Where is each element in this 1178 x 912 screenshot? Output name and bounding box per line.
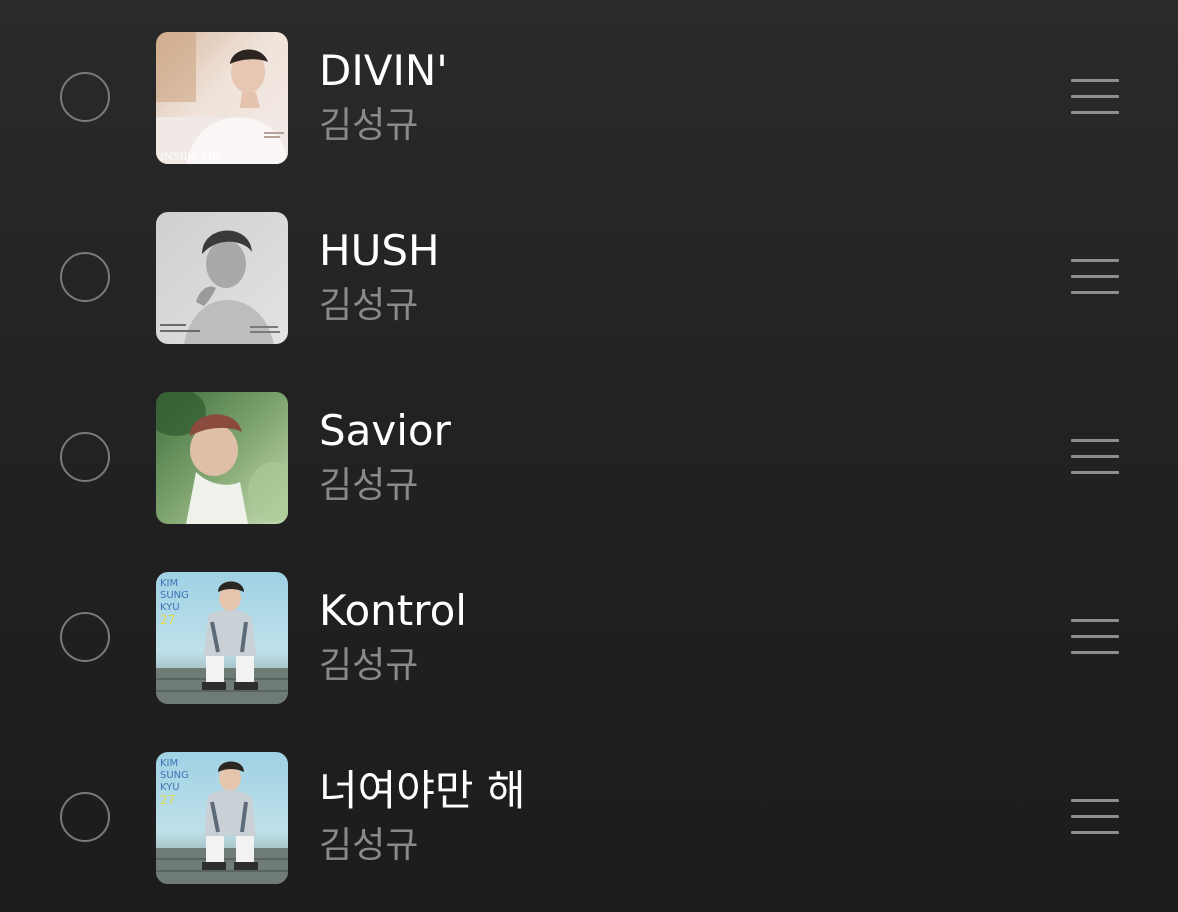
track-row[interactable]: Savior 김성규 (0, 368, 1178, 548)
track-artist: 김성규 (319, 825, 419, 866)
album-27-image: KIM SUNG KYU 27 (156, 752, 288, 884)
album-art-text: KYU (160, 782, 180, 793)
reorder-handle-icon[interactable] (1064, 76, 1126, 118)
track-artist: 김성규 (319, 285, 419, 326)
select-track-checkbox[interactable] (60, 252, 110, 302)
track-row[interactable]: KIM SUNG KYU 27 너여야만 해 김성규 (0, 728, 1178, 908)
track-title: Kontrol (319, 586, 467, 635)
select-track-checkbox[interactable] (60, 72, 110, 122)
album-inside-me-image: INSIDE ME (156, 32, 288, 164)
album-art (156, 392, 288, 524)
album-art-text: SUNG (160, 590, 189, 601)
track-title: DIVIN' (319, 46, 448, 95)
album-27-image: KIM SUNG KYU 27 (156, 572, 288, 704)
album-art-text: SUNG (160, 770, 189, 781)
album-art-text: KYU (160, 602, 180, 613)
album-art-text: 27 (160, 793, 175, 807)
reorder-handle-icon[interactable] (1064, 436, 1126, 478)
album-art-text: INSIDE ME (160, 152, 220, 163)
track-title: HUSH (319, 226, 440, 275)
album-savior-image (156, 392, 288, 524)
track-artist: 김성규 (319, 105, 419, 146)
track-row[interactable]: INSIDE ME DIVIN' 김성규 (0, 8, 1178, 188)
select-track-checkbox[interactable] (60, 612, 110, 662)
track-row[interactable]: HUSH 김성규 (0, 188, 1178, 368)
album-art: INSIDE ME (156, 32, 288, 164)
track-row[interactable]: KIM SUNG KYU 27 Kontrol 김성규 (0, 548, 1178, 728)
reorder-handle-icon[interactable] (1064, 616, 1126, 658)
album-art: KIM SUNG KYU 27 (156, 752, 288, 884)
track-title: 너여야만 해 (319, 766, 526, 815)
album-art: KIM SUNG KYU 27 (156, 572, 288, 704)
reorder-handle-icon[interactable] (1064, 796, 1126, 838)
album-art-text: KIM (160, 578, 178, 589)
track-title: Savior (319, 406, 451, 455)
select-track-checkbox[interactable] (60, 792, 110, 842)
album-art-text: KIM (160, 758, 178, 769)
select-track-checkbox[interactable] (60, 432, 110, 482)
track-artist: 김성규 (319, 645, 419, 686)
album-art (156, 212, 288, 344)
track-artist: 김성규 (319, 465, 419, 506)
album-art-text: 27 (160, 613, 175, 627)
reorder-handle-icon[interactable] (1064, 256, 1126, 298)
track-list: INSIDE ME DIVIN' 김성규 HUSH 김성규 Savior 김성규… (0, 0, 1178, 912)
album-hush-image (156, 212, 288, 344)
